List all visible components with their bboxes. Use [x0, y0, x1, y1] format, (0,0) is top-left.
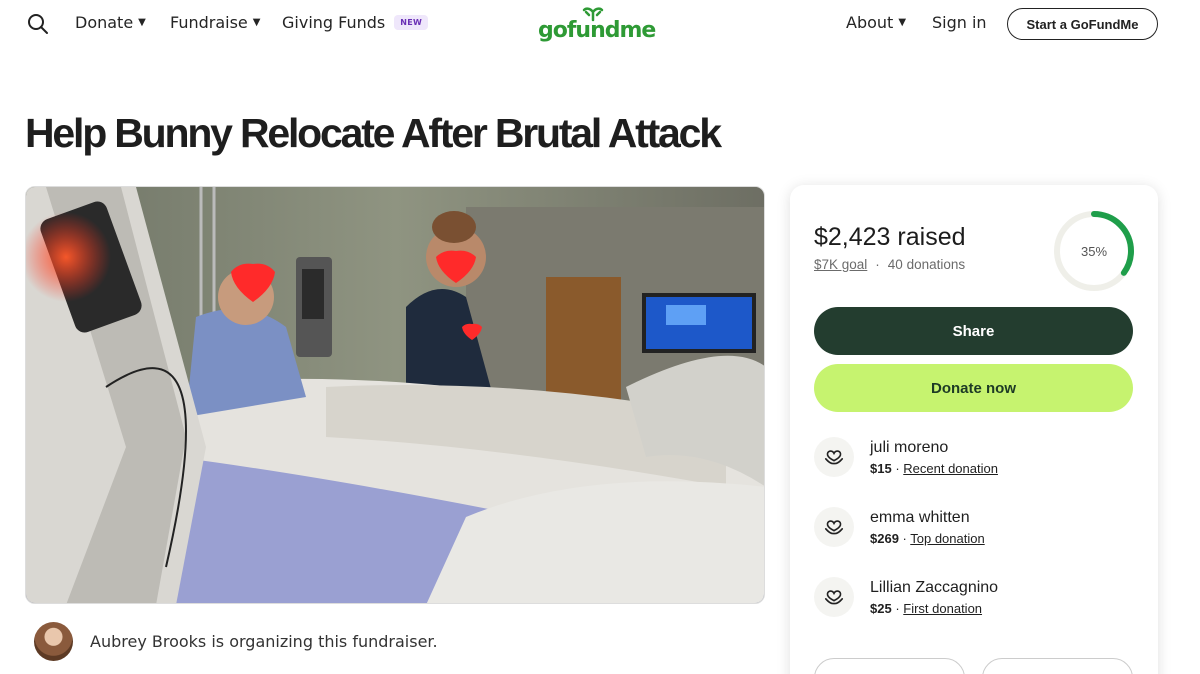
meta-separator: ·	[875, 257, 880, 272]
share-button[interactable]: Share	[814, 307, 1133, 355]
chevron-down-icon: ▼	[898, 16, 907, 28]
campaign-photo[interactable]	[25, 186, 765, 604]
donor-amount: $15	[870, 461, 892, 476]
amount-raised: $2,423 raised	[814, 223, 966, 251]
new-badge: NEW	[394, 15, 429, 30]
heart-hand-icon	[814, 437, 854, 477]
chevron-down-icon: ▼	[252, 16, 261, 28]
donor-amount: $269	[870, 531, 899, 546]
nav-giving-funds-label: Giving Funds	[282, 13, 386, 32]
nav-donate-label: Donate	[75, 13, 134, 32]
nav-giving-funds[interactable]: Giving Funds NEW	[282, 13, 429, 32]
start-gofundme-button[interactable]: Start a GoFundMe	[1007, 8, 1158, 40]
page-title: Help Bunny Relocate After Brutal Attack	[25, 110, 722, 156]
search-icon[interactable]	[26, 12, 50, 36]
nav-fundraise-label: Fundraise	[170, 13, 248, 32]
progress-ring: 35%	[1052, 209, 1136, 293]
goal-link[interactable]: $7K goal	[814, 257, 867, 272]
donor-name: Lillian Zaccagnino	[870, 579, 999, 596]
organizer-avatar[interactable]	[34, 622, 73, 661]
donor-amount: $25	[870, 601, 892, 616]
organizer-text: Aubrey Brooks is organizing this fundrai…	[90, 632, 438, 651]
heart-hand-icon	[814, 507, 854, 547]
donate-now-button[interactable]: Donate now	[814, 364, 1133, 412]
nav-sign-in[interactable]: Sign in	[932, 13, 987, 32]
nav-fundraise[interactable]: Fundraise ▼	[170, 13, 260, 32]
nav-sign-in-label: Sign in	[932, 13, 987, 32]
donor-name: emma whitten	[870, 509, 970, 526]
logo-wordmark: gofundme	[538, 18, 656, 43]
hospital-scene-image	[26, 187, 764, 603]
see-top-button[interactable]	[982, 658, 1133, 674]
progress-percent: 35%	[1080, 243, 1108, 259]
donor-item: emma whitten $269 · Top donation	[814, 507, 985, 547]
donor-type-link[interactable]: Recent donation	[903, 461, 998, 476]
site-header: Donate ▼ Fundraise ▼ Giving Funds NEW go…	[0, 0, 1200, 48]
raised-meta: $7K goal · 40 donations	[814, 257, 965, 272]
heart-hand-icon	[814, 577, 854, 617]
gofundme-logo[interactable]: gofundme	[538, 6, 656, 43]
nav-about-label: About	[846, 13, 894, 32]
chevron-down-icon: ▼	[138, 16, 146, 28]
see-all-button[interactable]	[814, 658, 965, 674]
donor-name: juli moreno	[870, 439, 949, 456]
donor-item: Lillian Zaccagnino $25 · First donation	[814, 577, 998, 617]
nav-donate[interactable]: Donate ▼	[75, 13, 146, 32]
donor-type-link[interactable]: First donation	[903, 601, 982, 616]
nav-about[interactable]: About ▼	[846, 13, 906, 32]
donor-type-link[interactable]: Top donation	[910, 531, 984, 546]
organizer-row: Aubrey Brooks is organizing this fundrai…	[34, 622, 438, 661]
donation-panel: $2,423 raised $7K goal · 40 donations 35…	[790, 185, 1158, 674]
donor-item: juli moreno $15 · Recent donation	[814, 437, 998, 477]
donation-count: 40 donations	[887, 257, 966, 272]
